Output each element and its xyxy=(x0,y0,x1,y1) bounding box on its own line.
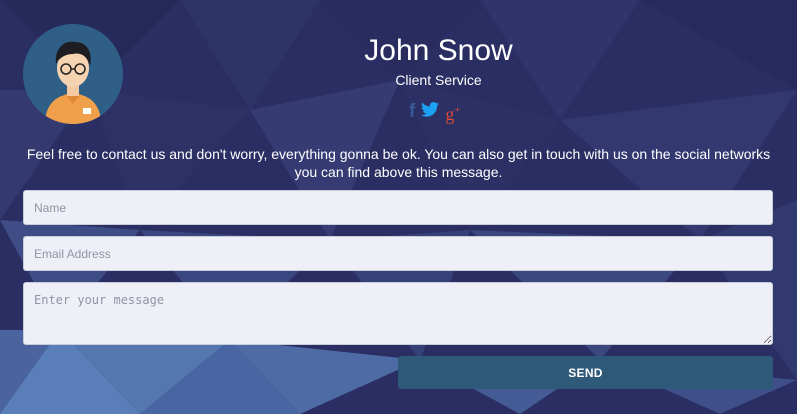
name-input[interactable] xyxy=(23,190,773,225)
intro-message: Feel free to contact us and don't worry,… xyxy=(26,146,771,180)
email-input[interactable] xyxy=(23,236,773,271)
social-links: f g+ xyxy=(409,100,461,125)
message-textarea[interactable] xyxy=(23,282,773,345)
google-plus-icon[interactable]: g+ xyxy=(445,100,460,124)
send-button[interactable]: SEND xyxy=(398,356,773,389)
profile-name: John Snow xyxy=(364,34,513,67)
facebook-icon[interactable]: f xyxy=(409,102,415,122)
contact-card: John Snow Client Service f g+ Feel free … xyxy=(0,0,797,414)
profile-role: Client Service xyxy=(395,72,482,88)
twitter-icon[interactable] xyxy=(421,102,440,122)
